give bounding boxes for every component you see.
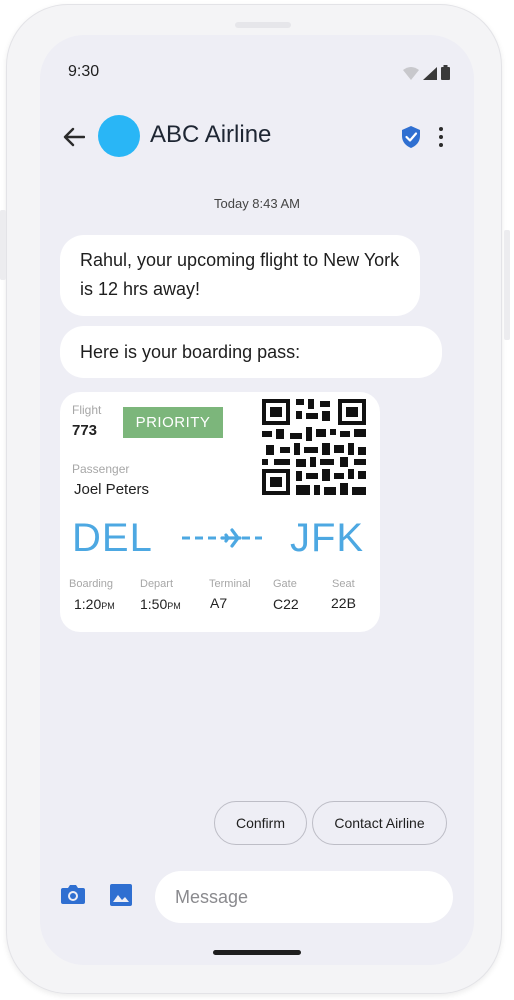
conversation-header: ABC Airline xyxy=(40,115,474,159)
avatar[interactable] xyxy=(98,115,140,157)
confirm-reply-chip[interactable]: Confirm xyxy=(214,801,307,845)
verified-shield-icon[interactable] xyxy=(400,125,422,149)
status-time: 9:30 xyxy=(68,63,100,80)
message-input[interactable] xyxy=(155,871,453,923)
terminal-label: Terminal xyxy=(209,578,251,590)
back-button[interactable] xyxy=(60,123,88,151)
boarding-label: Boarding xyxy=(69,578,114,590)
flight-label: Flight xyxy=(72,403,102,417)
depart-label: Depart xyxy=(140,578,174,590)
back-arrow-icon xyxy=(63,127,85,147)
more-options-button[interactable] xyxy=(434,123,448,151)
boarding-time: 1:20PM xyxy=(74,596,115,612)
more-vert-icon xyxy=(439,127,443,131)
passenger-label: Passenger xyxy=(72,462,130,476)
gate-label: Gate xyxy=(273,578,297,590)
origin-code: DEL xyxy=(72,516,153,560)
depart-time: 1:50PM xyxy=(140,596,181,612)
camera-icon[interactable] xyxy=(60,883,86,905)
seat-value: 22B xyxy=(331,595,356,611)
priority-badge: PRIORITY xyxy=(123,407,223,438)
signal-icon xyxy=(423,67,437,80)
contact-name: ABC Airline xyxy=(150,121,272,148)
qr-code xyxy=(262,399,366,495)
power-button xyxy=(504,230,510,340)
contact-airline-reply-chip[interactable]: Contact Airline xyxy=(312,801,447,845)
volume-button xyxy=(0,210,6,280)
status-icons xyxy=(403,65,450,80)
flight-route-arrow xyxy=(182,528,262,548)
wifi-icon xyxy=(403,67,419,80)
terminal-value: A7 xyxy=(210,595,228,611)
gallery-icon[interactable] xyxy=(109,883,133,907)
gate-value: C22 xyxy=(273,596,299,612)
message-bubble: Rahul, your upcoming flight to New York … xyxy=(60,235,420,316)
seat-label: Seat xyxy=(332,578,355,590)
home-indicator[interactable] xyxy=(213,950,301,955)
speaker-grille xyxy=(235,22,291,28)
message-timestamp: Today 8:43 AM xyxy=(214,196,300,211)
destination-code: JFK xyxy=(290,516,365,560)
boarding-pass-card[interactable]: Flight 773 PRIORITY Passenger Joel Peter… xyxy=(60,392,380,632)
battery-icon xyxy=(441,65,450,80)
message-bubble: Here is your boarding pass: xyxy=(60,326,442,378)
plane-icon xyxy=(220,528,242,548)
flight-number: 773 xyxy=(72,422,98,439)
screen: 9:30 ABC Airline Today 8:43 AM Rahul, yo… xyxy=(40,35,474,965)
passenger-name: Joel Peters xyxy=(74,481,150,498)
